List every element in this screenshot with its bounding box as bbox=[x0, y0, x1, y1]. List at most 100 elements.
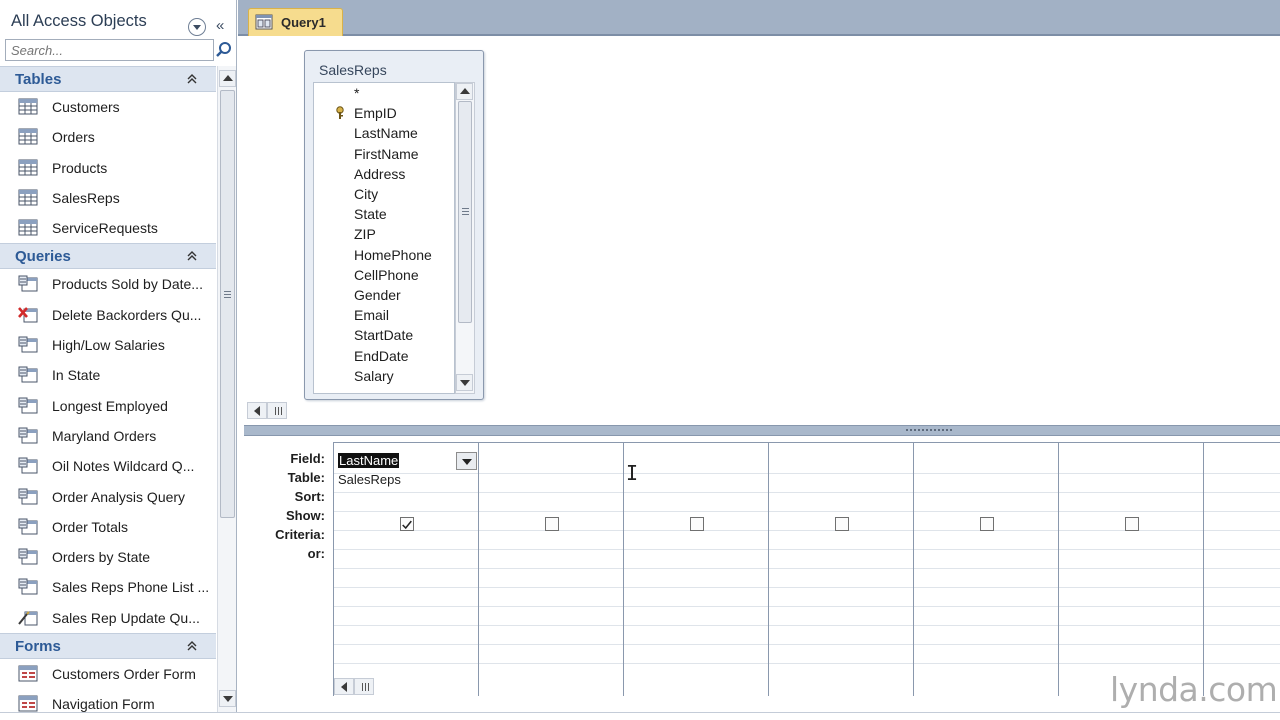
group-header-forms[interactable]: Forms bbox=[0, 633, 216, 660]
scroll-thumb[interactable] bbox=[220, 90, 235, 518]
item-label: Orders bbox=[52, 129, 95, 146]
item-label: Order Analysis Query bbox=[52, 488, 186, 505]
group-header-tables[interactable]: Tables bbox=[0, 66, 216, 92]
nav-object-list: Tables Customers Orders Products SalesReps S… bbox=[0, 66, 216, 712]
grid-horizontal-scrollbar[interactable] bbox=[334, 678, 380, 696]
field-item[interactable]: Salary bbox=[354, 368, 394, 384]
grid-column[interactable]: LastName SalesReps bbox=[334, 443, 479, 696]
nav-item-query[interactable]: Delete Backorders Qu... bbox=[0, 300, 216, 330]
nav-menu-dropdown-icon[interactable] bbox=[188, 18, 206, 36]
field-list: * EmpID LastName FirstName Address City State Z… bbox=[313, 82, 455, 394]
upper-horizontal-scrollbar[interactable] bbox=[244, 402, 290, 421]
grid-column[interactable] bbox=[914, 443, 1059, 696]
nav-item-query[interactable]: Sales Reps Phone List ... bbox=[0, 572, 216, 602]
nav-item-query[interactable]: Orders by State bbox=[0, 542, 216, 572]
field-item[interactable]: City bbox=[354, 186, 378, 202]
nav-title[interactable]: All Access Objects bbox=[11, 12, 147, 31]
item-label: Products bbox=[52, 159, 108, 176]
field-item[interactable]: FirstName bbox=[354, 146, 419, 162]
collapse-pane-icon[interactable]: « bbox=[216, 17, 224, 34]
show-checkbox[interactable] bbox=[980, 517, 994, 531]
nav-item-query[interactable]: Order Analysis Query bbox=[0, 482, 216, 512]
nav-item-query[interactable]: Products Sold by Date... bbox=[0, 269, 216, 299]
field-item[interactable]: Gender bbox=[354, 287, 401, 303]
nav-scrollbar[interactable] bbox=[217, 66, 236, 712]
nav-item-table[interactable]: Orders bbox=[0, 122, 216, 152]
nav-item-query[interactable]: Maryland Orders bbox=[0, 421, 216, 451]
group-label: Forms bbox=[15, 638, 61, 656]
nav-item-query[interactable]: Sales Rep Update Qu... bbox=[0, 603, 216, 633]
design-grid[interactable]: LastName SalesReps I bbox=[333, 442, 1280, 696]
group-header-queries[interactable]: Queries bbox=[0, 243, 216, 270]
scroll-thumb[interactable] bbox=[458, 101, 472, 323]
nav-item-query[interactable]: Order Totals bbox=[0, 512, 216, 542]
nav-header[interactable]: All Access Objects « bbox=[0, 6, 237, 36]
field-item[interactable]: StartDate bbox=[354, 327, 413, 343]
nav-item-table[interactable]: ServiceRequests bbox=[0, 213, 216, 243]
item-label: High/Low Salaries bbox=[52, 337, 165, 354]
field-item[interactable]: HomePhone bbox=[354, 247, 432, 263]
table-icon bbox=[18, 219, 38, 236]
field-list-window[interactable]: SalesReps * EmpID LastName FirstName Address… bbox=[304, 50, 484, 400]
field-list-title[interactable]: SalesReps bbox=[319, 62, 387, 78]
nav-item-query[interactable]: Oil Notes Wildcard Q... bbox=[0, 451, 216, 481]
select-query-icon bbox=[18, 336, 38, 353]
form-icon bbox=[18, 695, 38, 712]
field-dropdown-button[interactable] bbox=[456, 452, 477, 470]
nav-item-query[interactable]: High/Low Salaries bbox=[0, 330, 216, 360]
grid-column[interactable] bbox=[769, 443, 914, 696]
grid-column[interactable] bbox=[624, 443, 769, 696]
splitter-grip[interactable] bbox=[906, 429, 952, 431]
tab-query1[interactable]: Query1 bbox=[248, 8, 343, 36]
table-cell-value[interactable]: SalesReps bbox=[338, 472, 401, 487]
show-checkbox[interactable] bbox=[400, 517, 414, 531]
nav-item-table[interactable]: Customers bbox=[0, 92, 216, 122]
nav-item-table[interactable]: Products bbox=[0, 153, 216, 183]
grid-column[interactable] bbox=[479, 443, 624, 696]
field-item[interactable]: CellPhone bbox=[354, 267, 419, 283]
scroll-up-button[interactable] bbox=[219, 70, 236, 87]
show-checkbox[interactable] bbox=[835, 517, 849, 531]
item-label: Products Sold by Date... bbox=[52, 276, 203, 293]
item-label: Sales Reps Phone List ... bbox=[52, 579, 210, 596]
scroll-left-button[interactable] bbox=[334, 678, 354, 695]
field-list-scrollbar[interactable] bbox=[455, 82, 475, 394]
row-label-table: Table: bbox=[287, 470, 325, 485]
scroll-thumb[interactable] bbox=[267, 402, 287, 419]
field-item[interactable]: EmpID bbox=[354, 105, 397, 121]
field-item[interactable]: EndDate bbox=[354, 348, 408, 364]
field-item[interactable]: Email bbox=[354, 307, 389, 323]
scroll-up-button[interactable] bbox=[456, 83, 473, 100]
scroll-down-button[interactable] bbox=[456, 374, 473, 391]
show-checkbox[interactable] bbox=[690, 517, 704, 531]
nav-item-query[interactable]: In State bbox=[0, 360, 216, 390]
collapse-group-icon[interactable] bbox=[186, 73, 198, 85]
scroll-down-button[interactable] bbox=[219, 690, 236, 707]
field-cell-value[interactable]: LastName bbox=[338, 453, 400, 468]
field-all-columns[interactable]: * bbox=[354, 85, 359, 101]
scroll-left-button[interactable] bbox=[247, 402, 267, 419]
item-label: In State bbox=[52, 367, 101, 384]
show-checkbox[interactable] bbox=[1125, 517, 1139, 531]
grid-column[interactable] bbox=[1059, 443, 1204, 696]
field-item[interactable]: State bbox=[354, 206, 387, 222]
field-item[interactable]: ZIP bbox=[354, 226, 376, 242]
row-label-show: Show: bbox=[286, 508, 325, 523]
table-icon bbox=[18, 98, 38, 115]
collapse-group-icon[interactable] bbox=[186, 640, 198, 652]
show-checkbox[interactable] bbox=[545, 517, 559, 531]
nav-item-query[interactable]: Longest Employed bbox=[0, 391, 216, 421]
pane-splitter[interactable] bbox=[244, 425, 1280, 436]
select-query-icon bbox=[18, 427, 38, 444]
select-query-icon bbox=[18, 457, 38, 474]
field-item[interactable]: LastName bbox=[354, 125, 418, 141]
search-input[interactable] bbox=[5, 39, 214, 61]
field-item[interactable]: Address bbox=[354, 166, 405, 182]
item-label: Delete Backorders Qu... bbox=[52, 306, 202, 323]
scroll-thumb[interactable] bbox=[354, 678, 374, 695]
nav-item-form[interactable]: Customers Order Form bbox=[0, 659, 216, 689]
nav-item-form[interactable]: Navigation Form bbox=[0, 689, 216, 712]
nav-item-table[interactable]: SalesReps bbox=[0, 183, 216, 213]
search-icon[interactable] bbox=[215, 41, 233, 59]
collapse-group-icon[interactable] bbox=[186, 250, 198, 262]
